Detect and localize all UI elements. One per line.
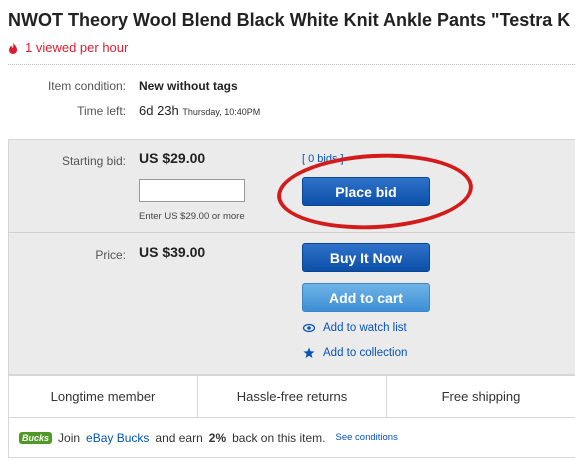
bucks-text-back: back on this item.: [232, 430, 326, 445]
time-left-label: Time left:: [77, 104, 126, 118]
bucks-text-earn: and earn: [155, 430, 203, 445]
bid-amount-input[interactable]: [139, 179, 245, 202]
add-to-watch-list-link[interactable]: Add to watch list: [303, 322, 407, 334]
divider: [8, 64, 575, 65]
add-to-collection-link[interactable]: Add to collection: [303, 347, 407, 359]
bucks-percent: 2%: [208, 430, 227, 445]
panel-divider: [8, 232, 575, 233]
bucks-logo: Bucks: [19, 431, 53, 444]
flame-icon: [9, 41, 17, 54]
buy-it-now-button[interactable]: Buy It Now: [302, 243, 430, 272]
bucks-text-join: Join: [58, 430, 81, 445]
condition-value: New without tags: [139, 79, 238, 93]
feature-hassle-free-returns: Hassle-free returns: [198, 376, 387, 417]
feature-longtime-member: Longtime member: [9, 376, 198, 417]
starting-bid-label: Starting bid:: [61, 154, 126, 168]
add-to-cart-button[interactable]: Add to cart: [302, 283, 430, 312]
seller-features: Longtime member Hassle-free returns Free…: [8, 375, 575, 418]
watch-list-label: Add to watch list: [323, 322, 407, 334]
see-conditions-link[interactable]: See conditions: [336, 432, 398, 443]
ebay-bucks-link[interactable]: eBay Bucks: [86, 431, 149, 445]
feature-free-shipping: Free shipping: [441, 389, 521, 404]
views-indicator: 1 viewed per hour: [8, 40, 128, 55]
views-text: 1 viewed per hour: [25, 40, 129, 55]
eye-icon: [303, 323, 315, 333]
star-icon: [303, 347, 315, 358]
condition-label: Item condition:: [47, 79, 126, 93]
collection-label: Add to collection: [323, 347, 408, 359]
price-label: Price:: [95, 248, 126, 262]
starting-bid-amount: US $29.00: [139, 150, 206, 166]
ebay-bucks-banner: Bucks Join eBay Bucks and earn 2% back o…: [8, 418, 575, 458]
buy-now-price: US $39.00: [139, 244, 206, 260]
time-left-end: Thursday, 10:40PM: [182, 107, 261, 117]
time-left-duration: 6d 23h: [139, 103, 179, 118]
listing-title: NWOT Theory Wool Blend Black White Knit …: [8, 10, 575, 30]
bid-minimum-note: Enter US $29.00 or more: [139, 211, 245, 222]
time-left-value: 6d 23h Thursday, 10:40PM: [139, 103, 260, 118]
